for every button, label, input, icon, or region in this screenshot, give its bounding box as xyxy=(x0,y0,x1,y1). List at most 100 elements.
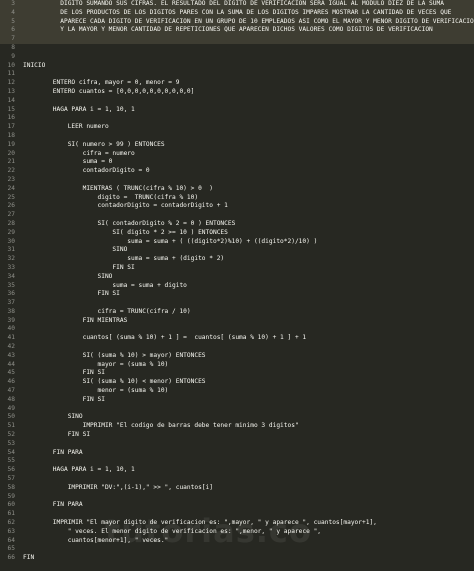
code-text[interactable]: suma = 0 xyxy=(23,158,113,167)
code-text[interactable]: IMPRIMIR "El codigo de barras debe tener… xyxy=(23,422,299,431)
code-text[interactable]: SINO xyxy=(23,413,83,422)
code-text[interactable]: FIN SI xyxy=(23,431,90,440)
code-text[interactable]: SINO xyxy=(23,246,127,255)
code-text[interactable]: SI( numero > 99 ) ENTONCES xyxy=(23,141,165,150)
code-line[interactable]: 5 APARECE CADA DIGITO DE VERIFICACION EN… xyxy=(0,17,474,27)
code-text[interactable]: DIGITO SUMANDO SUS CIFRAS. EL RESULTADO … xyxy=(23,0,444,9)
code-line[interactable]: 47 menor = (suma % 10) xyxy=(0,387,474,396)
code-text[interactable]: MIENTRAS ( TRUNC(cifra % 10) > 0 ) xyxy=(23,185,213,194)
code-line[interactable]: 33 FIN SI xyxy=(0,264,474,273)
code-line[interactable]: 55 xyxy=(0,457,474,466)
code-text[interactable]: SINO xyxy=(23,273,113,282)
code-line[interactable]: 61 xyxy=(0,510,474,519)
code-text[interactable]: suma = suma + digito xyxy=(23,282,187,291)
code-text[interactable]: suma = suma + ( ((digito*2)%10) + ((digi… xyxy=(23,238,317,247)
code-text[interactable]: LEER numero xyxy=(23,123,109,132)
code-line[interactable]: 66 FIN xyxy=(0,554,474,563)
code-text[interactable]: IMPRIMIR "El mayor digito de verificacio… xyxy=(23,519,377,528)
code-line[interactable]: 16 xyxy=(0,114,474,123)
code-text[interactable]: menor = (suma % 10) xyxy=(23,387,169,396)
code-text[interactable]: cifra = TRUNC(cifra / 10) xyxy=(23,308,191,317)
code-line[interactable]: 22 contadorDigito = 0 xyxy=(0,167,474,176)
code-line[interactable]: 45 FIN SI xyxy=(0,369,474,378)
code-text[interactable]: suma = suma + (digito * 2) xyxy=(23,255,224,264)
code-line[interactable]: 59 xyxy=(0,493,474,502)
code-text[interactable]: FIN PARA xyxy=(23,449,83,458)
code-text[interactable]: DE LOS PRODUCTOS DE LOS DIGITOS PARES CO… xyxy=(23,9,451,18)
code-line[interactable]: 49 xyxy=(0,405,474,414)
code-line[interactable]: 63 " veces. El menor digito de verificac… xyxy=(0,528,474,537)
code-text[interactable]: INICIO xyxy=(23,62,45,71)
code-text[interactable]: contadorDigito = contadorDigito + 1 xyxy=(23,202,228,211)
code-line[interactable]: 17 LEER numero xyxy=(0,123,474,132)
code-editor[interactable]: 3 DIGITO SUMANDO SUS CIFRAS. EL RESULTAD… xyxy=(0,0,474,571)
code-line[interactable]: 57 xyxy=(0,475,474,484)
code-text[interactable]: FIN SI xyxy=(23,396,105,405)
code-line[interactable]: 23 xyxy=(0,176,474,185)
code-line[interactable]: 42 xyxy=(0,343,474,352)
code-text[interactable]: HAGA PARA i = 1, 10, 1 xyxy=(23,466,135,475)
code-line[interactable]: 29 SI( digito * 2 >= 10 ) ENTONCES xyxy=(0,229,474,238)
code-line[interactable]: 34 SINO xyxy=(0,273,474,282)
code-line[interactable]: 38 cifra = TRUNC(cifra / 10) xyxy=(0,308,474,317)
code-text[interactable]: FIN MIENTRAS xyxy=(23,317,128,326)
code-text[interactable]: SI( (suma % 10) < menor) ENTONCES xyxy=(23,378,206,387)
code-line[interactable]: 60 FIN PARA xyxy=(0,501,474,510)
code-line[interactable]: 54 FIN PARA xyxy=(0,449,474,458)
code-line[interactable]: 43 SI( (suma % 10) > mayor) ENTONCES xyxy=(0,352,474,361)
code-text[interactable]: SI( digito * 2 >= 10 ) ENTONCES xyxy=(23,229,228,238)
code-line[interactable]: 14 xyxy=(0,97,474,106)
code-line[interactable]: 13 ENTERO cuantos = [0,0,0,0,0,0,0,0,0,0… xyxy=(0,88,474,97)
code-line[interactable]: 56 HAGA PARA i = 1, 10, 1 xyxy=(0,466,474,475)
code-text[interactable]: APARECE CADA DIGITO DE VERIFICACION EN U… xyxy=(23,18,474,27)
code-line[interactable]: 48 FIN SI xyxy=(0,396,474,405)
code-text[interactable]: Y LA MAYOR Y MENOR CANTIDAD DE REPETICIO… xyxy=(23,26,433,35)
code-text[interactable]: FIN PARA xyxy=(23,501,83,510)
code-line[interactable]: 52 FIN SI xyxy=(0,431,474,440)
code-lines[interactable]: 3 DIGITO SUMANDO SUS CIFRAS. EL RESULTAD… xyxy=(0,0,474,563)
code-text[interactable]: FIN SI xyxy=(23,264,134,273)
code-line[interactable]: 50 SINO xyxy=(0,413,474,422)
code-line[interactable]: 51 IMPRIMIR "El codigo de barras debe te… xyxy=(0,422,474,431)
code-text[interactable]: FIN SI xyxy=(23,290,120,299)
code-line[interactable]: 35 suma = suma + digito xyxy=(0,282,474,291)
code-text[interactable]: FIN xyxy=(23,554,34,563)
code-text[interactable]: SI( contadorDigito % 2 = 0 ) ENTONCES xyxy=(23,220,236,229)
code-text[interactable]: mayor = (suma % 10) xyxy=(23,361,169,370)
code-line[interactable]: 65 xyxy=(0,545,474,554)
code-line[interactable]: 10 INICIO xyxy=(0,62,474,71)
code-line[interactable]: 58 IMPRIMIR "DV:",(i-1)," >> ", cuantos[… xyxy=(0,484,474,493)
code-line[interactable]: 37 xyxy=(0,299,474,308)
code-line[interactable]: 53 xyxy=(0,440,474,449)
code-line[interactable]: 26 contadorDigito = contadorDigito + 1 xyxy=(0,202,474,211)
code-line[interactable]: 7 xyxy=(0,35,474,44)
code-line[interactable]: 12 ENTERO cifra, mayor = 0, menor = 9 xyxy=(0,79,474,88)
code-line[interactable]: 31 SINO xyxy=(0,246,474,255)
code-line[interactable]: 18 xyxy=(0,132,474,141)
code-line[interactable]: 19 SI( numero > 99 ) ENTONCES xyxy=(0,141,474,150)
code-text[interactable]: ENTERO cuantos = [0,0,0,0,0,0,0,0,0,0] xyxy=(23,88,195,97)
code-line[interactable]: 3 DIGITO SUMANDO SUS CIFRAS. EL RESULTAD… xyxy=(0,0,474,9)
code-line[interactable]: 28 SI( contadorDigito % 2 = 0 ) ENTONCES xyxy=(0,220,474,229)
code-line[interactable]: 4 DE LOS PRODUCTOS DE LOS DIGITOS PARES … xyxy=(0,8,474,18)
code-line[interactable]: 32 suma = suma + (digito * 2) xyxy=(0,255,474,264)
code-line[interactable]: 25 digito = TRUNC(cifra % 10) xyxy=(0,194,474,203)
code-text[interactable]: HAGA PARA i = 1, 10, 1 xyxy=(23,106,135,115)
code-text[interactable]: FIN SI xyxy=(23,369,105,378)
code-line[interactable]: 44 mayor = (suma % 10) xyxy=(0,361,474,370)
code-text[interactable]: SI( (suma % 10) > mayor) ENTONCES xyxy=(23,352,206,361)
code-text[interactable]: contadorDigito = 0 xyxy=(23,167,150,176)
code-line[interactable]: 64 cuantos[menor+1], " veces." xyxy=(0,537,474,546)
code-line[interactable]: 8 xyxy=(0,44,474,53)
code-line[interactable]: 9 xyxy=(0,53,474,62)
code-text[interactable]: cuantos[menor+1], " veces." xyxy=(23,537,169,546)
code-line[interactable]: 15 HAGA PARA i = 1, 10, 1 xyxy=(0,106,474,115)
code-text[interactable]: " veces. El menor digito de verificacion… xyxy=(23,528,321,537)
code-text[interactable]: cuantos[ (suma % 10) + 1 ] = cuantos[ (s… xyxy=(23,334,307,343)
code-text[interactable]: IMPRIMIR "DV:",(i-1)," >> ", cuantos[i] xyxy=(23,484,213,493)
code-text[interactable]: cifra = numero xyxy=(23,150,135,159)
code-line[interactable]: 24 MIENTRAS ( TRUNC(cifra % 10) > 0 ) xyxy=(0,185,474,194)
code-line[interactable]: 39 FIN MIENTRAS xyxy=(0,317,474,326)
code-line[interactable]: 36 FIN SI xyxy=(0,290,474,299)
code-text[interactable]: ENTERO cifra, mayor = 0, menor = 9 xyxy=(23,79,180,88)
